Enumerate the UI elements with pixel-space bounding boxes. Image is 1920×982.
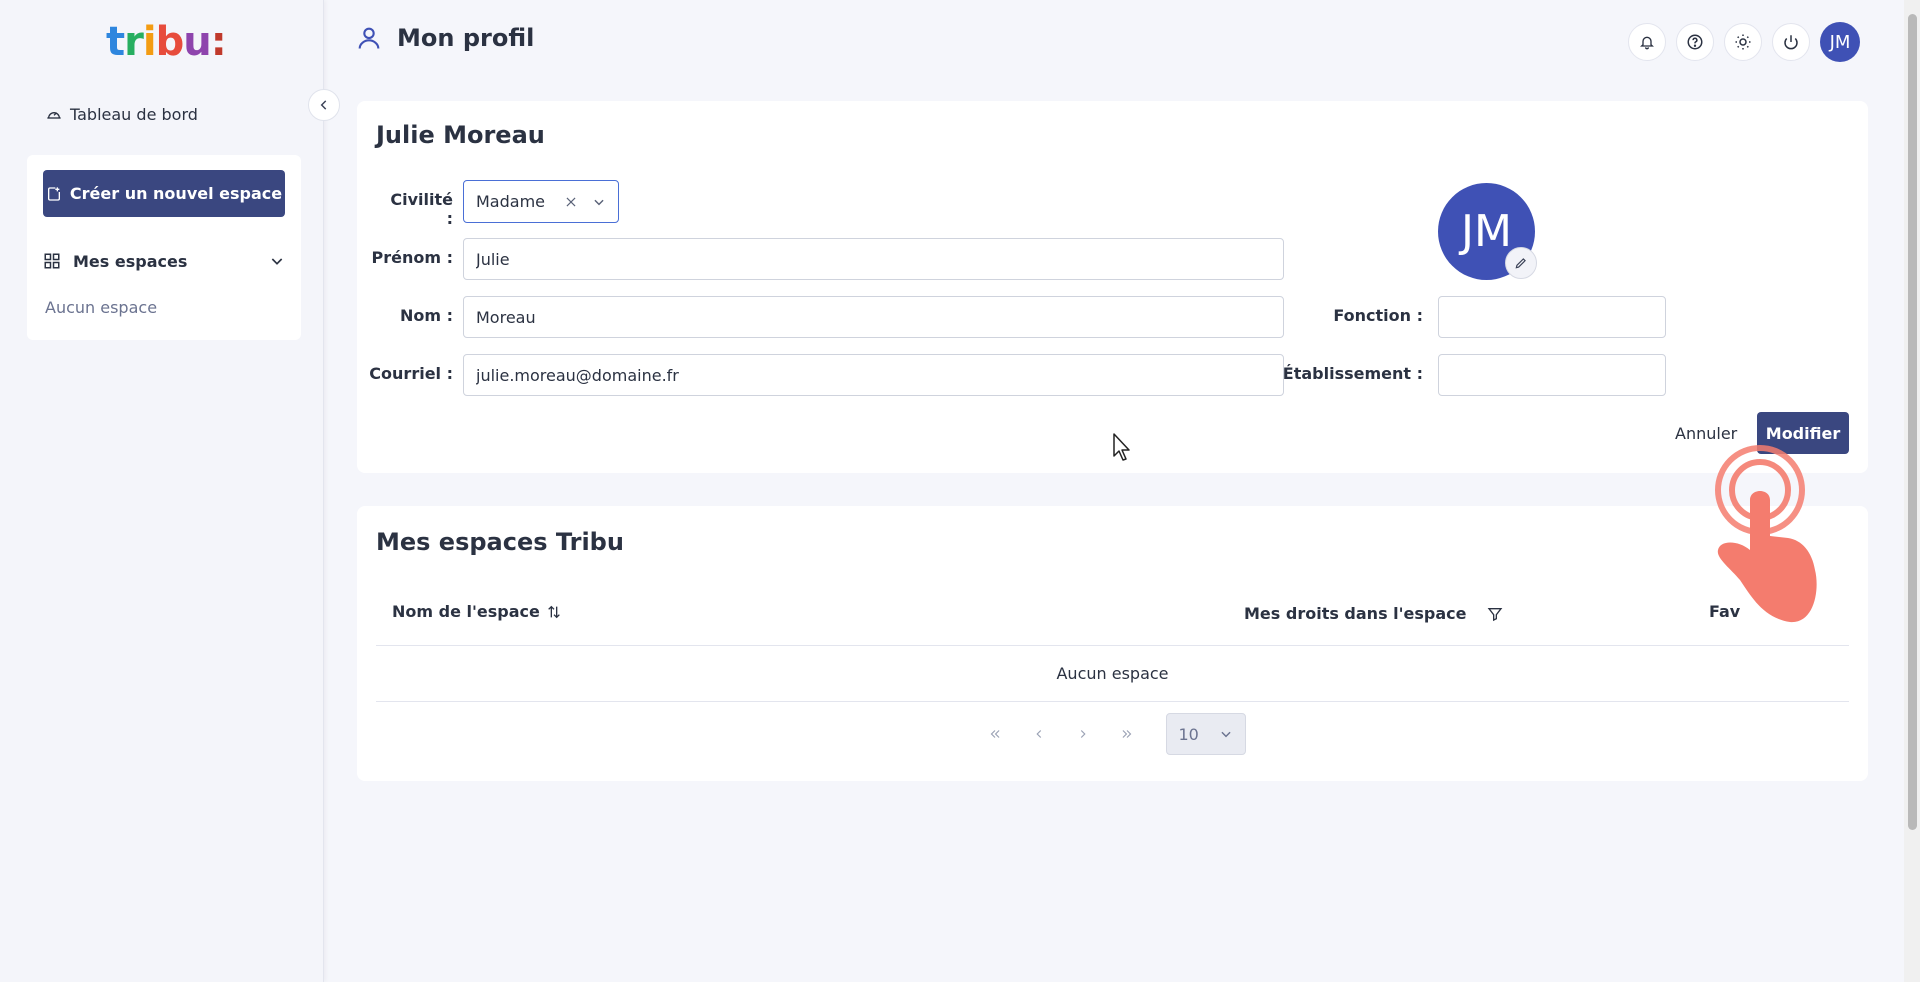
edit-avatar-button[interactable] (1505, 247, 1537, 279)
nav-dashboard-label: Tableau de bord (70, 104, 198, 124)
profile-name: Julie Moreau (376, 121, 545, 149)
scrollbar-thumb[interactable] (1908, 14, 1917, 830)
theme-toggle-button[interactable] (1724, 23, 1762, 61)
firstname-input[interactable] (463, 238, 1284, 280)
my-spaces-label: Mes espaces (73, 251, 188, 271)
grid-icon (44, 253, 60, 269)
header-actions: JM (1628, 22, 1860, 62)
column-space-name[interactable]: Nom de l'espace (392, 602, 562, 621)
chevrons-right-icon (1122, 730, 1131, 738)
my-spaces-toggle[interactable]: Mes espaces (43, 247, 285, 275)
column-rights[interactable]: Mes droits dans l'espace (1244, 604, 1503, 623)
user-icon (358, 27, 380, 49)
chevron-right-icon (1080, 730, 1086, 738)
empty-table-row: Aucun espace (376, 646, 1849, 702)
clear-icon[interactable] (564, 195, 578, 209)
mouse-cursor-icon (1113, 433, 1130, 461)
chevron-left-icon (320, 100, 327, 110)
sidebar: tribu: Tableau de bord Créer un nouvel e… (0, 0, 340, 982)
lastname-label: Nom : (399, 306, 453, 325)
function-input[interactable] (1438, 296, 1666, 338)
pencil-icon (1515, 258, 1526, 269)
chevron-down-icon (271, 258, 283, 265)
column-space-name-label: Nom de l'espace (392, 602, 540, 621)
page-size-value: 10 (1178, 724, 1199, 744)
last-page-button[interactable] (1112, 719, 1142, 749)
email-input[interactable] (463, 354, 1284, 396)
bell-icon (1640, 36, 1654, 50)
civility-select[interactable]: Madame (463, 180, 619, 223)
chevron-left-icon (1035, 730, 1041, 738)
firstname-label: Prénom : (371, 248, 454, 267)
filter-icon (1487, 607, 1502, 621)
logo-text: tribu: (106, 19, 227, 65)
power-icon (1784, 35, 1798, 50)
chevrons-left-icon (990, 730, 999, 738)
chevron-down-icon (594, 199, 604, 205)
first-page-button[interactable] (980, 719, 1010, 749)
touch-indicator-icon (1715, 445, 1817, 623)
profile-card: Julie Moreau Civilité : Madame Prénom : … (357, 101, 1868, 473)
spaces-card: Créer un nouvel espace Mes espaces Aucun… (27, 155, 301, 340)
header: Mon profil JM (325, 0, 1900, 84)
create-space-button[interactable]: Créer un nouvel espace (43, 170, 285, 217)
spaces-panel: Mes espaces Tribu Nom de l'espace Mes dr… (357, 506, 1868, 781)
gauge-icon (47, 112, 61, 119)
lastname-input[interactable] (463, 296, 1284, 338)
page-size-select[interactable]: 10 (1165, 713, 1246, 755)
pagination: 10 (357, 712, 1868, 756)
chevron-down-icon (1220, 731, 1231, 738)
establishment-label: Établissement : (1282, 364, 1423, 383)
page-scrollbar[interactable] (1904, 0, 1920, 982)
create-space-label: Créer un nouvel espace (69, 184, 283, 203)
no-space-text: Aucun espace (45, 298, 158, 317)
email-label: Courriel : (369, 364, 453, 383)
next-page-button[interactable] (1068, 719, 1098, 749)
tribu-logo[interactable]: tribu: (106, 19, 227, 65)
add-file-icon (47, 186, 60, 201)
sort-icon (548, 605, 560, 618)
notifications-button[interactable] (1628, 23, 1666, 61)
nav-dashboard[interactable]: Tableau de bord (46, 100, 198, 128)
civility-value: Madame (476, 192, 545, 211)
civility-label: Civilité : (390, 190, 453, 228)
prev-page-button[interactable] (1024, 719, 1054, 749)
sun-icon (1735, 34, 1751, 50)
help-icon (1687, 34, 1703, 50)
user-avatar[interactable]: JM (1820, 22, 1860, 62)
collapse-sidebar-button[interactable] (308, 89, 340, 121)
spaces-title: Mes espaces Tribu (376, 528, 624, 556)
empty-table-text: Aucun espace (1056, 664, 1169, 683)
page-title-text: Mon profil (397, 24, 535, 52)
logout-button[interactable] (1772, 23, 1810, 61)
function-label: Fonction : (1333, 306, 1423, 325)
establishment-input[interactable] (1438, 354, 1666, 396)
help-button[interactable] (1676, 23, 1714, 61)
page-title: Mon profil (355, 24, 534, 52)
column-rights-label: Mes droits dans l'espace (1244, 604, 1467, 623)
